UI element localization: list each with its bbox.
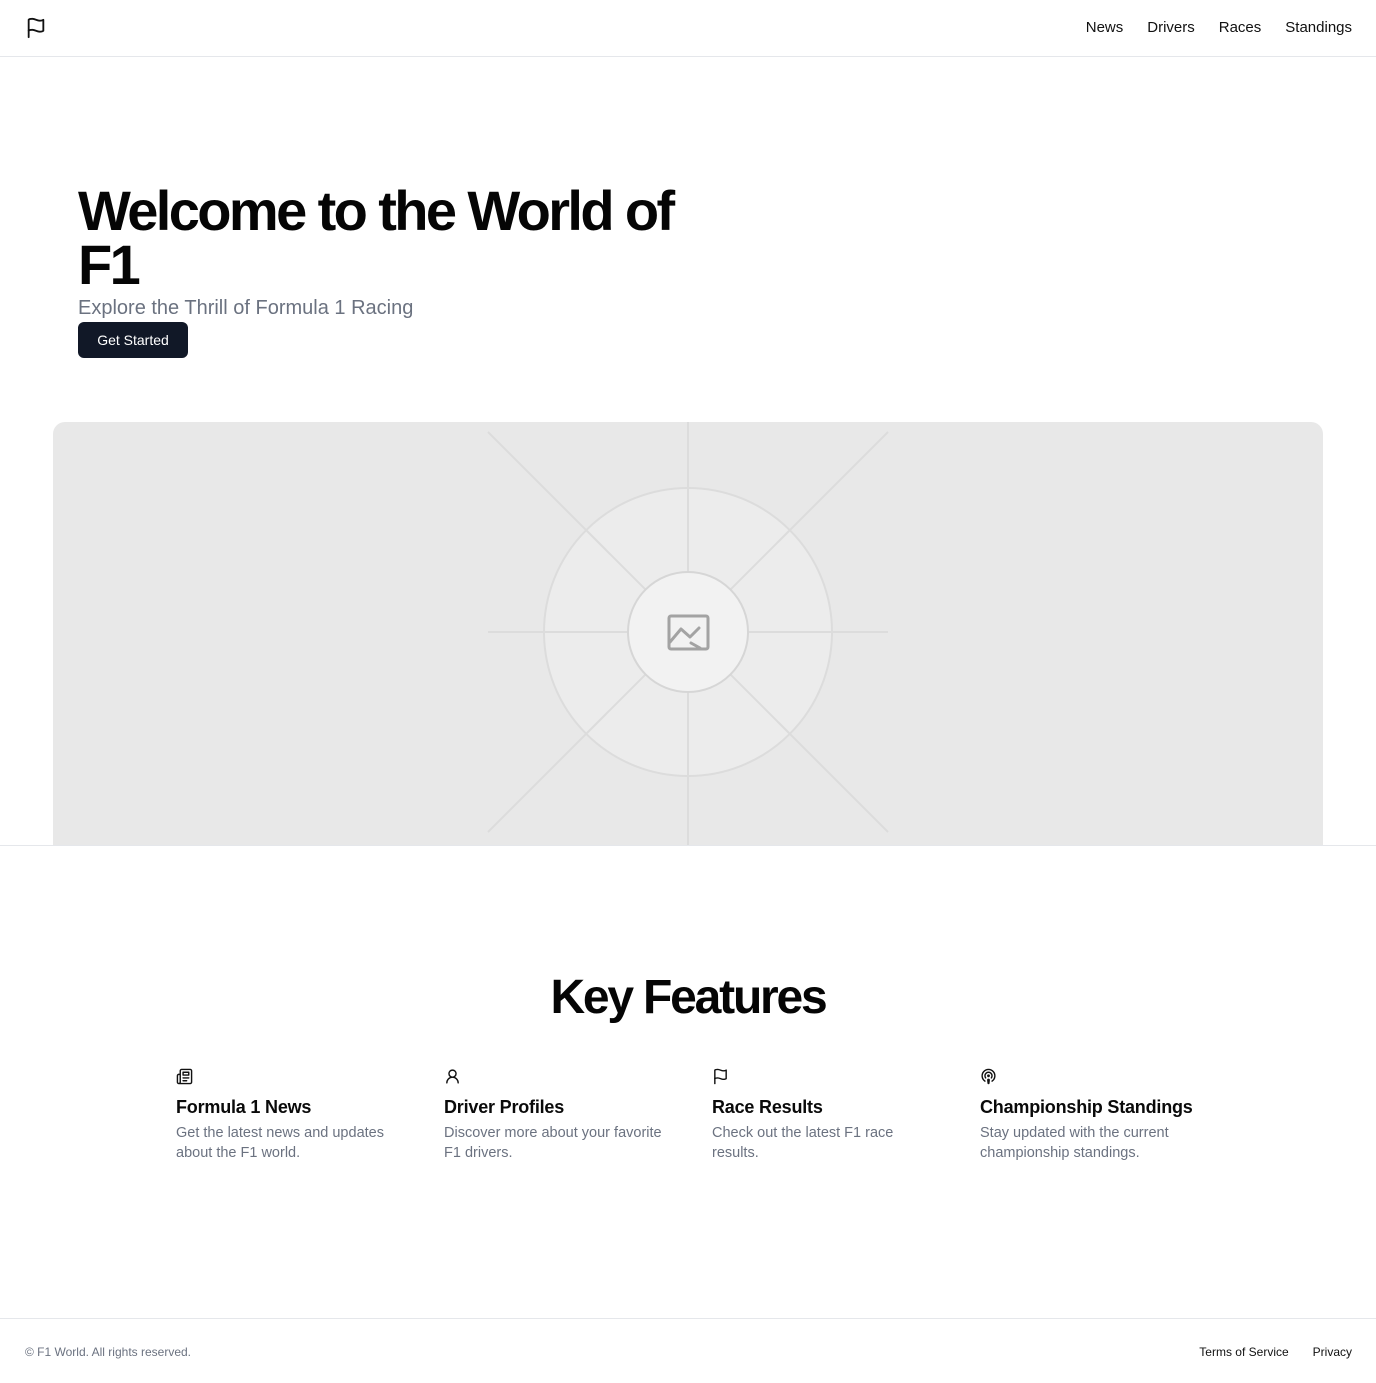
user-icon <box>446 1069 459 1084</box>
flag-icon <box>27 17 45 39</box>
feature-description: Check out the latest F1 race results. <box>712 1125 894 1161</box>
terms-of-service-link[interactable]: Terms of Service <box>1199 1344 1288 1360</box>
get-started-button[interactable]: Get Started <box>78 322 188 358</box>
feature-card-news: Formula 1 News Get the latest news and u… <box>176 1068 408 1163</box>
nav-link-races[interactable]: Races <box>1219 18 1262 38</box>
newspaper-icon <box>176 1068 193 1085</box>
site-footer: © F1 World. All rights reserved. Terms o… <box>0 1318 1376 1383</box>
hero-image-placeholder <box>53 422 1323 846</box>
feature-description: Discover more about your favorite F1 dri… <box>444 1125 662 1161</box>
image-placeholder-icon <box>487 422 889 846</box>
feature-description: Stay updated with the current championsh… <box>980 1125 1169 1161</box>
nav-link-standings[interactable]: Standings <box>1285 18 1352 38</box>
site-header: News Drivers Races Standings <box>0 0 1376 57</box>
podcast-icon <box>981 1068 996 1085</box>
hero-subtitle: Explore the Thrill of Formula 1 Racing <box>78 297 414 319</box>
section-divider <box>0 845 1376 846</box>
feature-title: Race Results <box>712 1097 823 1117</box>
features-title: Key Features <box>550 971 827 1024</box>
nav-link-news[interactable]: News <box>1086 18 1124 38</box>
main-nav: News Drivers Races Standings <box>1086 18 1352 38</box>
feature-title: Formula 1 News <box>176 1097 312 1117</box>
feature-title: Championship Standings <box>980 1097 1193 1117</box>
hero-title: Welcome to the World of F1 <box>78 179 675 296</box>
privacy-link[interactable]: Privacy <box>1313 1344 1352 1360</box>
feature-card-standings: Championship Standings Stay updated with… <box>980 1068 1212 1163</box>
feature-card-races: Race Results Check out the latest F1 rac… <box>712 1068 944 1163</box>
feature-title: Driver Profiles <box>444 1097 565 1117</box>
feature-description: Get the latest news and updates about th… <box>176 1125 384 1161</box>
nav-link-drivers[interactable]: Drivers <box>1147 18 1195 38</box>
footer-nav: Terms of Service Privacy <box>1199 1344 1352 1360</box>
copyright-text: © F1 World. All rights reserved. <box>25 1345 192 1359</box>
feature-card-drivers: Driver Profiles Discover more about your… <box>444 1068 676 1163</box>
flag-icon <box>714 1068 727 1085</box>
logo-link[interactable] <box>25 16 47 40</box>
